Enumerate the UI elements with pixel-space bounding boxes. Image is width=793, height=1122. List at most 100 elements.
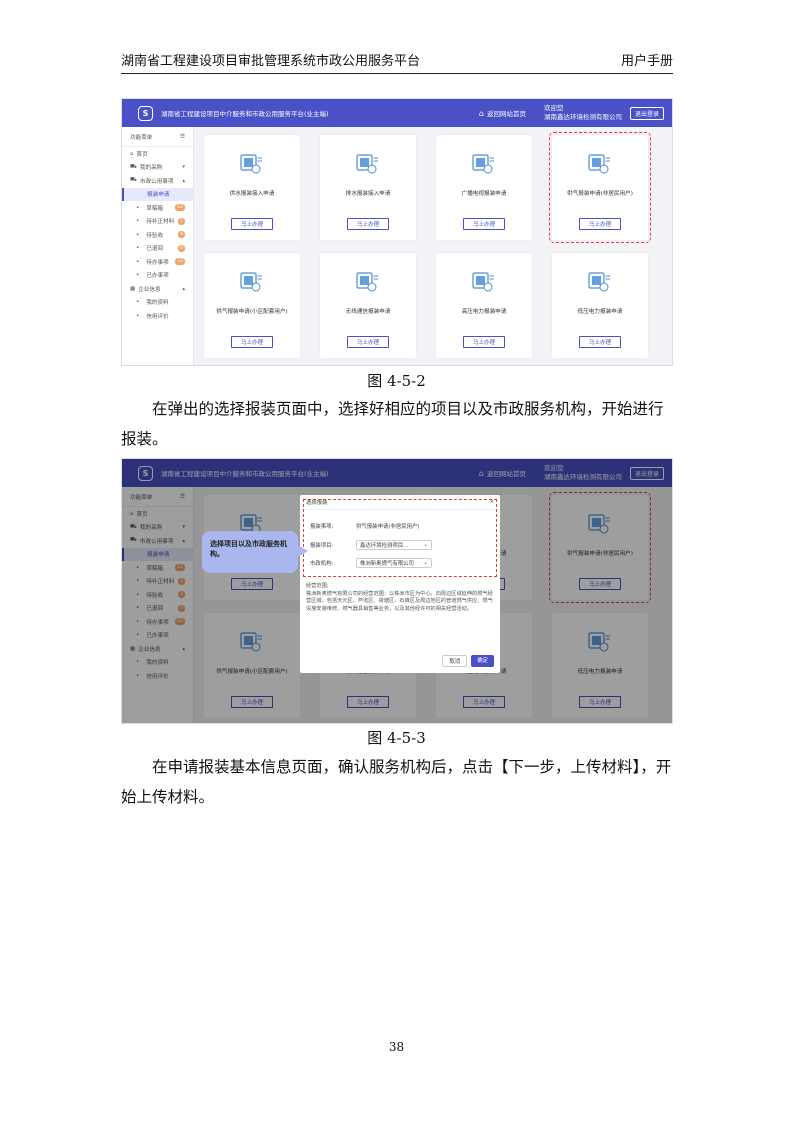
sidebar-item[interactable]: 待补正材料2	[122, 215, 193, 229]
service-card: 供水报装接入申请马上办理	[204, 135, 300, 240]
apply-now-button[interactable]: 马上办理	[346, 218, 389, 230]
sidebar-item-label: 已退回	[146, 246, 164, 253]
sidebar-item-label: 首页	[136, 151, 148, 158]
sidebar-item[interactable]: ⛟ 我的采购 ▾	[122, 161, 193, 175]
apply-now-button[interactable]: 马上办理	[578, 336, 621, 348]
building-icon: ▦	[130, 285, 136, 292]
chevron-icon: ▴	[182, 285, 185, 292]
sidebar-item[interactable]: ▦ 企业信息 ▴	[122, 282, 193, 296]
sidebar-item-label: 草稿箱	[146, 205, 164, 212]
chevron-icon: ▴	[182, 177, 185, 184]
sidebar-item-label: 待补正材料	[146, 219, 175, 226]
sidebar-item[interactable]: 报装申请	[122, 187, 193, 201]
count-badge: 23	[175, 258, 185, 266]
service-card: 排水报装接入申请马上办理	[320, 135, 416, 240]
home-label: 返回网站首页	[486, 110, 526, 118]
dialog-buttons: 取消 确定	[442, 655, 494, 667]
sidebar-item[interactable]: 信用评价	[122, 309, 193, 323]
sidebar-item[interactable]: 草稿箱 12	[122, 201, 193, 215]
business-scope: 经营范围: 株洲新奥燃气有限公司的经营范围：以株洲市区为中心，向周边区域延伸的燃…	[306, 583, 496, 613]
sidebar-item-label: 待验收	[146, 232, 164, 239]
cart-icon: ⛟	[130, 163, 137, 170]
app-logo: S	[138, 105, 153, 121]
sidebar-item-label: 报装申请	[147, 192, 170, 199]
header-right: 用户手册	[620, 54, 673, 69]
gas-icon	[588, 153, 612, 175]
sidebar-item-label: 我的采购	[139, 165, 163, 172]
sidebar-item[interactable]: ⌂ 首页	[122, 147, 193, 161]
service-card: 供气报装申请(小区配套用户) 马上办理	[204, 253, 300, 358]
count-badge: 2	[178, 217, 185, 225]
apply-now-button[interactable]: 马上办理	[230, 218, 273, 230]
sidebar-item[interactable]: 已退回 0	[122, 242, 193, 256]
service-card-grid: 供水报装接入申请马上办理排水报装接入申请马上办理广播电视报装申请马上办理供气报装…	[204, 132, 651, 358]
matter-value: 供气报装申请(非居民用户)	[356, 524, 420, 530]
project-select[interactable]: 鑫达环境检测项目… ⌄	[356, 540, 432, 550]
home-icon: ⌂	[478, 108, 484, 118]
service-card-label: 供气报装申请(非居民用户)	[567, 191, 633, 197]
cancel-button[interactable]: 取消	[442, 655, 468, 667]
signal-icon	[356, 271, 380, 293]
chevron-icon: ▾	[182, 164, 185, 171]
org-select[interactable]: 株洲新奥燃气有限公司 ⌄	[356, 558, 432, 568]
project-value: 鑫达环境检测项目…	[360, 543, 409, 549]
paragraph-2: 在申请报装基本信息页面，确认服务机构后，点击【下一步，上传材料】，开始上传材料。	[121, 758, 672, 806]
sidebar-item[interactable]: 我的资料	[122, 296, 193, 310]
apply-now-button[interactable]: 马上办理	[230, 336, 273, 348]
service-card-label: 低压电力报装申请	[577, 309, 623, 315]
screenshot-select-dialog: S 湖南省工程建设项目中介服务和市政公用服务平台(业主端) ⌂ 返回网站首页 欢…	[121, 458, 673, 724]
menu-toggle-icon[interactable]: ☰	[180, 134, 185, 140]
drain-icon	[356, 153, 380, 175]
apply-now-button[interactable]: 马上办理	[346, 336, 389, 348]
count-badge: 0	[178, 244, 185, 252]
sidebar-list: ⌂首页⛟我的采购▾⛟市政公用事项▴报装申请草稿箱12待补正材料2待验收4已退回0…	[122, 147, 193, 323]
service-card: 无线通信报装申请马上办理	[320, 253, 416, 358]
chevron-down-icon: ⌄	[423, 560, 428, 566]
figure-caption-2: 图 4-5-3	[367, 729, 426, 747]
sidebar-item-label: 待办事项	[146, 259, 169, 266]
paragraph-1: 在弹出的选择报装页面中，选择好相应的项目以及市政服务机构，开始进行报装。	[121, 400, 664, 448]
home-link[interactable]: ⌂ 返回网站首页	[478, 108, 526, 119]
org-row: 市政机构: 株洲新奥燃气有限公司 ⌄	[310, 558, 432, 568]
service-card-label: 排水报装接入申请	[345, 191, 391, 197]
service-card-label: 高压电力报装申请	[461, 309, 507, 315]
service-card-label: 供气报装申请(小区配套用户)	[216, 309, 288, 315]
user-info: 欢迎您 湖南鑫达环境检测有限公司	[544, 104, 622, 122]
sidebar-item-label: 已办事项	[146, 273, 169, 280]
apply-now-button[interactable]: 马上办理	[462, 336, 505, 348]
page-number: 38	[388, 1040, 405, 1054]
ok-button[interactable]: 确定	[471, 655, 494, 667]
figure-caption-1: 图 4-5-2	[367, 372, 426, 390]
logout-button[interactable]: 退出登录	[629, 106, 664, 120]
sidebar-item[interactable]: 待验收 4	[122, 228, 193, 242]
service-card: 供气报装申请(非居民用户) 马上办理	[549, 132, 651, 243]
org-label: 市政机构:	[310, 561, 334, 567]
service-card-label: 无线通信报装申请	[345, 309, 391, 315]
sidebar-item-label: 信用评价	[146, 313, 169, 320]
page-header: 湖南省工程建设项目审批管理系统市政公用服务平台 用户手册	[121, 52, 673, 74]
apply-now-button[interactable]: 马上办理	[462, 218, 505, 230]
home-icon: ⌂	[130, 150, 134, 157]
sidebar-header: 功能菜单 ☰	[122, 127, 193, 147]
cart-icon: ⛟	[130, 177, 137, 184]
power-icon	[472, 271, 496, 293]
apply-now-button[interactable]: 马上办理	[578, 218, 621, 230]
service-card: 广播电视报装申请马上办理	[436, 135, 532, 240]
sidebar-item-label: 企业信息	[138, 286, 161, 293]
water-icon	[240, 153, 264, 175]
sidebar-item[interactable]: 已办事项	[122, 269, 193, 283]
scope-title: 经营范围:	[306, 583, 329, 589]
project-label: 报装项目:	[310, 543, 334, 549]
service-card: 高压电力报装申请马上办理	[436, 253, 532, 358]
service-card-label: 供水报装接入申请	[229, 191, 275, 197]
project-row: 报装项目: 鑫达环境检测项目… ⌄	[310, 540, 432, 550]
service-card-label: 广播电视报装申请	[461, 191, 507, 197]
sidebar-item[interactable]: ⛟ 市政公用事项 ▴	[122, 174, 193, 188]
screenshot-service-list: S 湖南省工程建设项目中介服务和市政公用服务平台(业主端) ⌂ 返回网站首页 欢…	[121, 98, 673, 366]
user-greeting: 欢迎您	[543, 104, 564, 112]
annotation-callout: 选择项目以及市政服务机构。	[202, 531, 308, 573]
sidebar-item-label: 我的资料	[146, 300, 169, 307]
service-card: 低压电力报装申请马上办理	[552, 253, 648, 358]
sidebar-item[interactable]: 待办事项 23	[122, 255, 193, 269]
gas-icon	[240, 271, 264, 293]
